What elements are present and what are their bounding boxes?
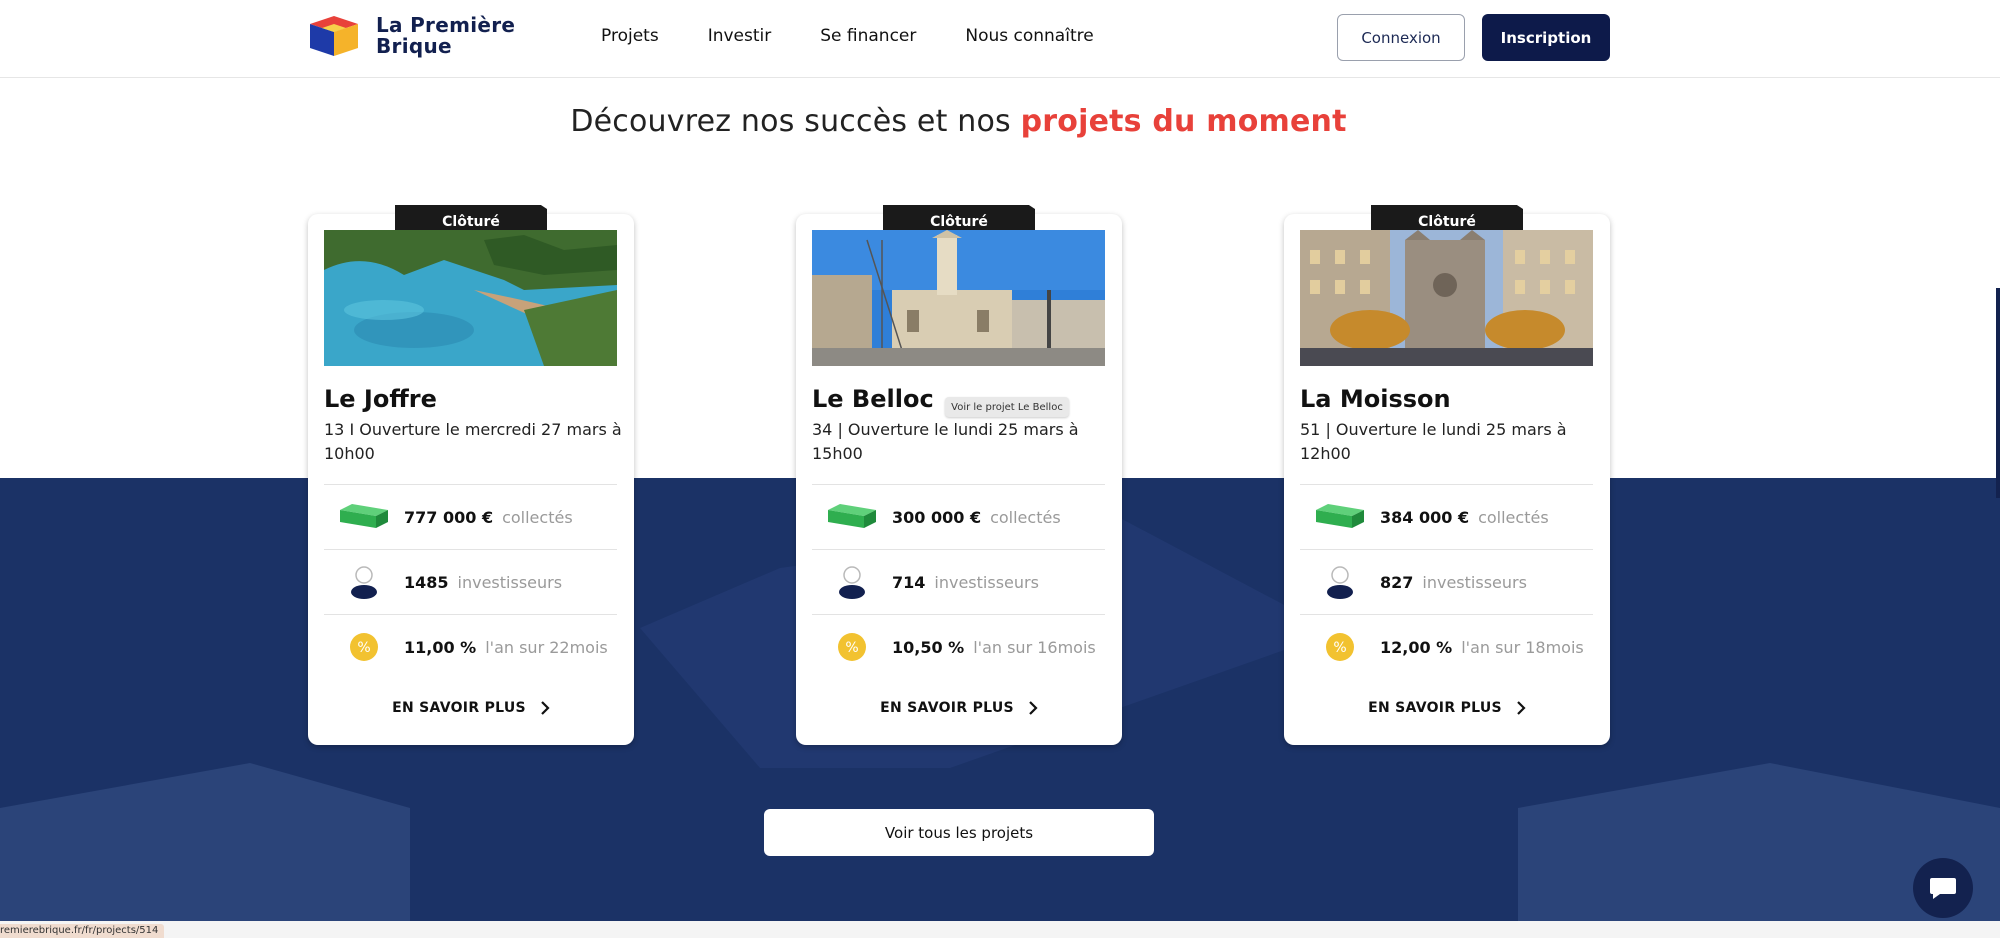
coastal-cove-photo bbox=[324, 230, 617, 366]
learn-more-link[interactable]: EN SAVOIR PLUS bbox=[308, 700, 634, 716]
hover-tooltip: Voir le projet Le Belloc bbox=[945, 397, 1069, 417]
project-image bbox=[812, 230, 1105, 366]
learn-more-label: EN SAVOIR PLUS bbox=[880, 700, 1014, 716]
browser-status-url: remierebrique.fr/fr/projects/514 bbox=[0, 924, 165, 938]
project-card[interactable]: Clôturé La Moisson 51 | Ouverture le lun… bbox=[1284, 205, 1610, 745]
money-stack-icon bbox=[1300, 504, 1380, 530]
amount-row: 384 000 € collectés bbox=[1300, 484, 1593, 549]
chat-button[interactable] bbox=[1913, 858, 1973, 918]
rate-row: % 10,50 % l'an sur 16mois bbox=[812, 614, 1105, 679]
nav-investir[interactable]: Investir bbox=[708, 26, 772, 46]
money-stack-icon bbox=[324, 504, 404, 530]
chevron-right-icon bbox=[541, 701, 550, 715]
project-subtitle: 13 I Ouverture le mercredi 27 mars à 10h… bbox=[324, 420, 622, 463]
amount-row: 300 000 € collectés bbox=[812, 484, 1105, 549]
chat-bubble-icon bbox=[1930, 878, 1956, 899]
cathedral-street-photo bbox=[1300, 230, 1593, 366]
nav-nous-connaitre[interactable]: Nous connaître bbox=[965, 26, 1093, 46]
right-edge-bar bbox=[1996, 288, 2000, 498]
svg-text:%: % bbox=[1333, 640, 1346, 656]
amount-value: 300 000 € bbox=[892, 507, 982, 527]
chevron-right-icon bbox=[1517, 701, 1526, 715]
login-button[interactable]: Connexion bbox=[1337, 14, 1465, 61]
amount-label: collectés bbox=[990, 507, 1061, 527]
project-card[interactable]: Clôturé Le Belloc 34 | Ouverture le lund… bbox=[796, 205, 1122, 745]
rate-value: 12,00 % bbox=[1380, 637, 1453, 657]
investor-icon bbox=[812, 565, 892, 599]
project-name: Le Joffre bbox=[324, 385, 437, 413]
project-name: Le Belloc bbox=[812, 385, 934, 413]
project-subtitle: 34 | Ouverture le lundi 25 mars à 15h00 bbox=[812, 420, 1079, 463]
learn-more-link[interactable]: EN SAVOIR PLUS bbox=[796, 700, 1122, 716]
main-nav: Projets Investir Se financer Nous connaî… bbox=[601, 26, 1094, 46]
rate-value: 10,50 % bbox=[892, 637, 965, 657]
project-image bbox=[1300, 230, 1593, 366]
logo-line-2: Brique bbox=[376, 34, 452, 58]
investors-value: 714 bbox=[892, 572, 926, 592]
amount-value: 384 000 € bbox=[1380, 507, 1470, 527]
rate-value: 11,00 % bbox=[404, 637, 477, 657]
amount-label: collectés bbox=[502, 507, 573, 527]
svg-text:%: % bbox=[845, 640, 858, 656]
amount-row: 777 000 € collectés bbox=[324, 484, 617, 549]
logo[interactable]: La Première Brique bbox=[306, 14, 515, 58]
percent-coin-icon: % bbox=[812, 632, 892, 662]
nav-projets[interactable]: Projets bbox=[601, 26, 659, 46]
project-name: La Moisson bbox=[1300, 385, 1451, 413]
investors-label: investisseurs bbox=[934, 572, 1039, 592]
logo-line-1: La Première bbox=[376, 13, 516, 37]
project-card[interactable]: Clôturé Le Joffre 13 I Ouverture le merc… bbox=[308, 205, 634, 745]
investors-row: 714 investisseurs bbox=[812, 549, 1105, 614]
chevron-right-icon bbox=[1029, 701, 1038, 715]
project-subtitle: 51 | Ouverture le lundi 25 mars à 12h00 bbox=[1300, 420, 1567, 463]
rate-label: l'an sur 22mois bbox=[485, 637, 608, 657]
section-title-highlight: projets du moment bbox=[1020, 104, 1347, 139]
see-all-projects-button[interactable]: Voir tous les projets bbox=[764, 809, 1154, 856]
learn-more-link[interactable]: EN SAVOIR PLUS bbox=[1284, 700, 1610, 716]
rate-label: l'an sur 18mois bbox=[1461, 637, 1584, 657]
investors-row: 827 investisseurs bbox=[1300, 549, 1593, 614]
percent-coin-icon: % bbox=[324, 632, 404, 662]
section-title-text: Découvrez nos succès et nos bbox=[570, 104, 1021, 139]
nav-se-financer[interactable]: Se financer bbox=[820, 26, 916, 46]
signup-button[interactable]: Inscription bbox=[1482, 14, 1610, 61]
amount-label: collectés bbox=[1478, 507, 1549, 527]
investor-icon bbox=[1300, 565, 1380, 599]
investors-row: 1485 investisseurs bbox=[324, 549, 617, 614]
investors-label: investisseurs bbox=[457, 572, 563, 592]
investors-value: 827 bbox=[1380, 572, 1414, 592]
page-bottom-strip bbox=[0, 921, 2000, 938]
investors-value: 1485 bbox=[404, 572, 449, 592]
percent-coin-icon: % bbox=[1300, 632, 1380, 662]
rate-row: % 11,00 % l'an sur 22mois bbox=[324, 614, 617, 679]
investors-label: investisseurs bbox=[1422, 572, 1527, 592]
learn-more-label: EN SAVOIR PLUS bbox=[392, 700, 526, 716]
brick-logo-icon bbox=[310, 16, 358, 56]
svg-text:%: % bbox=[357, 640, 370, 656]
investor-icon bbox=[324, 565, 404, 599]
project-image bbox=[324, 230, 617, 366]
building-construction-photo bbox=[812, 230, 1105, 366]
learn-more-label: EN SAVOIR PLUS bbox=[1368, 700, 1502, 716]
rate-label: l'an sur 16mois bbox=[973, 637, 1096, 657]
rate-row: % 12,00 % l'an sur 18mois bbox=[1300, 614, 1593, 679]
amount-value: 777 000 € bbox=[404, 507, 494, 527]
money-stack-icon bbox=[812, 504, 892, 530]
site-header: La Première Brique Projets Investir Se f… bbox=[0, 0, 2000, 78]
section-title: Découvrez nos succès et nos projets du m… bbox=[0, 104, 1917, 139]
